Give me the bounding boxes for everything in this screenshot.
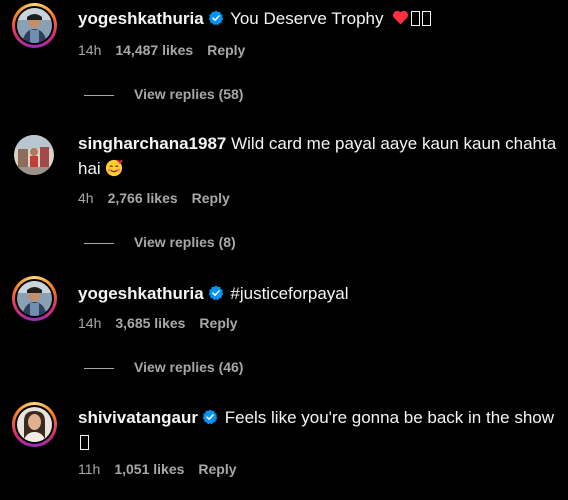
comment-username[interactable]: shivivatangaur [78,408,198,427]
verified-badge-icon [208,10,223,26]
avatar-image [17,281,52,316]
avatar[interactable] [14,135,54,175]
comment-meta: 11h 1,051 likes Reply [78,459,251,479]
smiling-face-with-hearts-icon [106,159,123,177]
comment-likes[interactable]: 3,685 likes [115,315,185,331]
divider-line [84,94,114,96]
avatar-image [17,8,52,43]
comment-item: shivivatangaur Feels like you're gonna b… [0,394,568,500]
avatar[interactable] [12,402,57,447]
comment-likes[interactable]: 14,487 likes [115,42,193,58]
avatar[interactable] [12,3,57,48]
comment-time[interactable]: 14h [78,42,101,58]
emoji-placeholder-icon [80,435,89,450]
comment-username[interactable]: singharchana1987 [78,134,226,153]
avatar-image [17,407,52,442]
comment-meta: 4h 2,766 likes Reply [78,188,244,208]
comment-username[interactable]: yogeshkathuria [78,284,204,303]
comment-meta: 14h 3,685 likes Reply [78,313,252,333]
verified-badge-icon [202,409,218,425]
divider-line [84,242,114,244]
comment-meta: 14h 14,487 likes Reply [78,40,259,60]
reply-button[interactable]: Reply [192,190,230,206]
comment-item: yogeshkathuria You Deserve Trophy 14h 14,… [0,0,568,120]
comment-body: You Deserve Trophy [230,9,384,28]
reply-button[interactable]: Reply [207,42,245,58]
view-replies-label: View replies (46) [134,359,244,375]
emoji-placeholder-icon [411,11,421,26]
comment-time[interactable]: 11h [78,461,100,477]
emoji-placeholder-icon [422,11,432,26]
divider-line [84,367,114,369]
reply-button[interactable]: Reply [198,461,236,477]
comment-time[interactable]: 14h [78,315,101,331]
view-replies-button[interactable]: View replies (46) [84,357,243,377]
comment-item: yogeshkathuria #justiceforpayal 14h 3,685… [0,269,568,394]
comment-item: singharchana1987 Wild card me payal aaye… [0,120,568,260]
comment-time[interactable]: 4h [78,190,94,206]
view-replies-button[interactable]: View replies (8) [84,232,236,252]
comment-text-line: yogeshkathuria You Deserve Trophy [78,6,560,31]
comment-username[interactable]: yogeshkathuria [78,9,204,28]
verified-badge-icon [208,285,223,301]
comment-body: Feels like you're gonna be back in the s… [224,408,555,427]
avatar-image [14,135,54,175]
reply-button[interactable]: Reply [199,315,237,331]
comment-likes[interactable]: 1,051 likes [114,461,184,477]
comment-text-line: shivivatangaur Feels like you're gonna b… [78,405,560,455]
avatar[interactable] [12,276,57,321]
comment-likes[interactable]: 2,766 likes [108,190,178,206]
view-replies-label: View replies (58) [134,86,244,102]
heart-icon [393,10,409,25]
comment-text-line: yogeshkathuria #justiceforpayal [78,281,560,306]
view-replies-label: View replies (8) [134,234,236,250]
comment-body[interactable]: #justiceforpayal [230,284,348,303]
comment-text-line: singharchana1987 Wild card me payal aaye… [78,131,560,181]
view-replies-button[interactable]: View replies (58) [84,84,243,104]
